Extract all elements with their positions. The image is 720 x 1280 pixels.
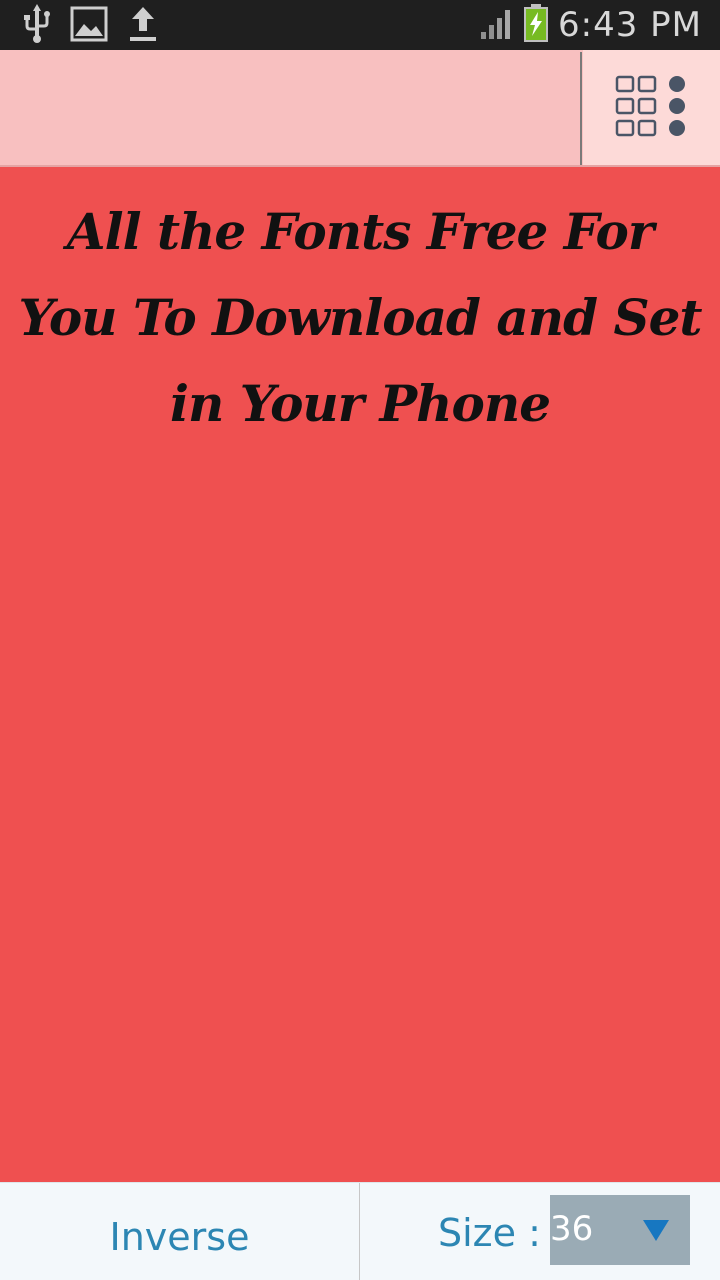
app-screen: 6:43 PM All the Fonts Free For You To Do… [0, 0, 720, 1280]
size-value: 36 [550, 1209, 594, 1249]
triangle-down-icon [642, 1219, 670, 1247]
bottom-bar: Inverse Size : 36 [0, 1182, 720, 1280]
status-left-icons [24, 4, 158, 48]
size-dropdown[interactable]: 36 [550, 1195, 690, 1265]
battery-charging-icon [524, 4, 548, 46]
font-preview-text: All the Fonts Free For You To Download a… [18, 202, 702, 433]
image-icon [70, 6, 108, 46]
inverse-button[interactable]: Inverse [0, 1183, 359, 1280]
signal-icon [480, 6, 514, 44]
grid-menu-icon [615, 73, 689, 143]
status-time: 6:43 PM [558, 5, 702, 45]
status-bar: 6:43 PM [0, 0, 720, 50]
font-preview-area: All the Fonts Free For You To Download a… [0, 167, 720, 1182]
upload-icon [128, 5, 158, 47]
top-bar [0, 50, 720, 167]
grid-menu-button[interactable] [583, 50, 720, 165]
bottom-divider [359, 1183, 360, 1280]
status-right-icons: 6:43 PM [480, 4, 702, 46]
size-label: Size : [438, 1211, 541, 1255]
top-bar-divider [580, 52, 582, 165]
usb-icon [24, 4, 50, 48]
